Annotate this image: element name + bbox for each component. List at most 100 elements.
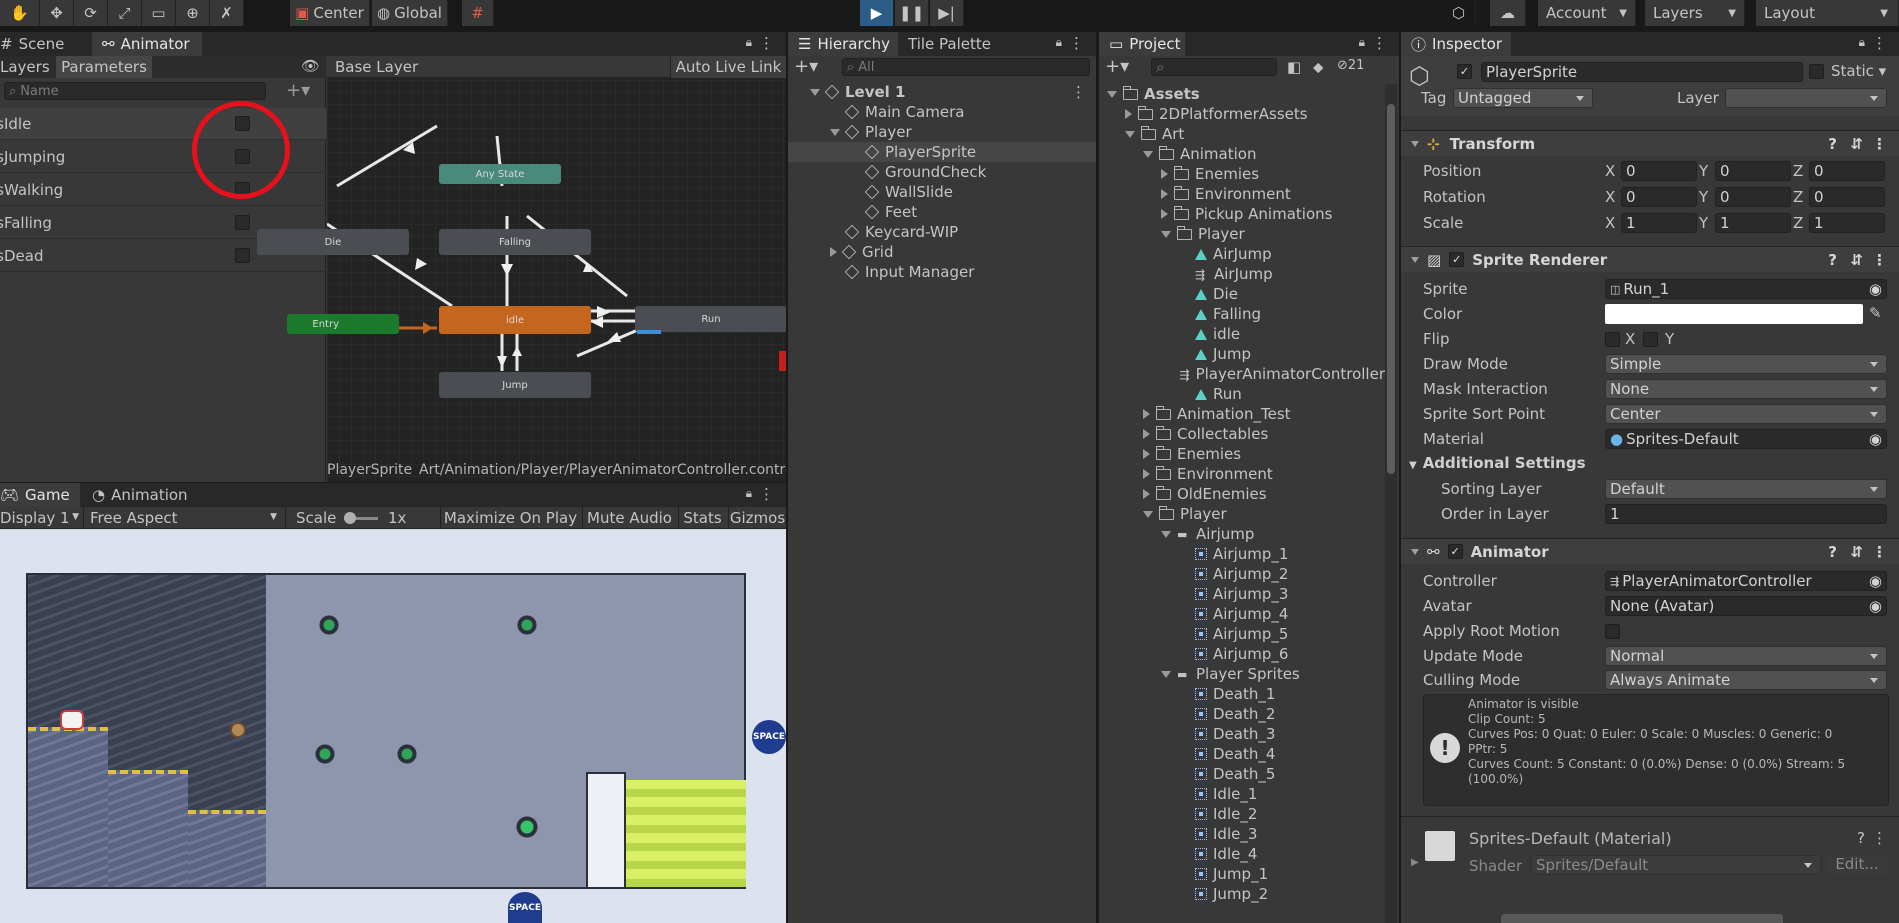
hierarchy-item[interactable]: Keycard-WIP bbox=[788, 222, 1096, 242]
tab-hierarchy[interactable]: ☰ Hierarchy bbox=[788, 32, 898, 56]
tab-animator[interactable]: ⚯ Animator bbox=[92, 32, 202, 56]
project-item[interactable]: ⇶ AirJump bbox=[1099, 264, 1385, 284]
project-item[interactable]: Idle_4 bbox=[1099, 844, 1385, 864]
component-menu-icon[interactable]: ⋮ bbox=[1872, 543, 1887, 561]
project-item[interactable]: Death_5 bbox=[1099, 764, 1385, 784]
project-item[interactable]: ⇶ PlayerAnimatorController bbox=[1099, 364, 1386, 384]
project-item[interactable]: Death_3 bbox=[1099, 724, 1385, 744]
more-menu-icon[interactable]: ⋮ bbox=[1069, 34, 1084, 52]
state-any-state[interactable]: Any State bbox=[439, 164, 561, 184]
tab-tile-palette[interactable]: Tile Palette bbox=[898, 32, 1001, 56]
hierarchy-item[interactable]: PlayerSprite bbox=[788, 142, 1096, 162]
controller-field[interactable]: ⇶ PlayerAnimatorController ◉ bbox=[1605, 571, 1887, 591]
more-menu-icon[interactable]: ⋮ bbox=[759, 34, 774, 52]
collapse-arrow-icon[interactable] bbox=[830, 247, 837, 257]
project-item[interactable]: Airjump_3 bbox=[1099, 584, 1385, 604]
project-item[interactable]: Death_2 bbox=[1099, 704, 1385, 724]
collapse-arrow-icon[interactable] bbox=[1143, 409, 1150, 419]
project-item[interactable]: Environment bbox=[1099, 464, 1385, 484]
project-item[interactable]: Falling bbox=[1099, 304, 1385, 324]
custom-tool-button[interactable]: ✗ bbox=[210, 0, 244, 26]
display-dropdown[interactable]: Display 1 ▼ bbox=[0, 507, 84, 529]
project-item[interactable]: Idle_3 bbox=[1099, 824, 1385, 844]
transform-position-y-input[interactable]: 0 bbox=[1715, 161, 1791, 181]
hierarchy-item[interactable]: Player bbox=[788, 122, 1096, 142]
expand-arrow-icon[interactable] bbox=[1125, 130, 1135, 138]
move-tool-button[interactable]: ✥ bbox=[40, 0, 74, 26]
pivot-center-button[interactable]: ▣ Center bbox=[290, 0, 370, 26]
eye-icon[interactable]: 👁︎ bbox=[301, 57, 320, 75]
avatar-field[interactable]: None (Avatar) ◉ bbox=[1605, 596, 1887, 616]
component-menu-icon[interactable]: ⋮ bbox=[1872, 251, 1887, 269]
cloud-button[interactable]: ☁ bbox=[1490, 0, 1526, 26]
hierarchy-item[interactable]: Level 1 ⋮ bbox=[788, 82, 1096, 102]
add-icon[interactable]: +▾ bbox=[1105, 56, 1129, 77]
transform-scale-z-input[interactable]: 1 bbox=[1809, 213, 1885, 233]
help-icon[interactable]: ? bbox=[1828, 543, 1837, 561]
account-dropdown[interactable]: Account ▼ bbox=[1538, 0, 1636, 26]
state-falling[interactable]: Falling bbox=[439, 229, 591, 255]
transform-scale-x-input[interactable]: 1 bbox=[1621, 213, 1697, 233]
project-item[interactable]: OldEnemies bbox=[1099, 484, 1385, 504]
help-icon[interactable]: ? bbox=[1828, 251, 1837, 269]
project-item[interactable]: Airjump_5 bbox=[1099, 624, 1385, 644]
maximize-on-play-button[interactable]: Maximize On Play bbox=[440, 507, 580, 529]
collab-button[interactable]: ⬡ bbox=[1442, 0, 1476, 26]
transform-header[interactable]: ⊹ Transform? ⇵ ⋮ bbox=[1401, 130, 1899, 156]
sprite-sort-point-dropdown[interactable]: Center bbox=[1605, 404, 1887, 424]
edit-shader-button[interactable]: Edit... bbox=[1827, 855, 1887, 875]
project-item[interactable]: ▬ Player Sprites bbox=[1099, 664, 1385, 684]
hierarchy-search-input[interactable]: ⌕ All bbox=[842, 58, 1090, 76]
eyedropper-icon[interactable]: ✎ bbox=[1869, 304, 1882, 322]
project-item[interactable]: Player bbox=[1099, 224, 1385, 244]
state-die[interactable]: Die bbox=[257, 229, 409, 255]
expand-arrow-icon[interactable] bbox=[810, 88, 820, 96]
project-scrollbar[interactable] bbox=[1385, 84, 1397, 923]
component-menu-icon[interactable]: ⋮ bbox=[1872, 135, 1887, 153]
component-menu-icon[interactable]: ⋮ bbox=[1872, 829, 1887, 847]
project-item[interactable]: ▬ Airjump bbox=[1099, 524, 1385, 544]
tab-scene[interactable]: # Scene bbox=[0, 32, 74, 56]
project-item[interactable]: 2DPlatformerAssets bbox=[1099, 104, 1385, 124]
material-field[interactable]: ● Sprites-Default ◉ bbox=[1605, 429, 1887, 449]
preset-icon[interactable]: ⇵ bbox=[1850, 251, 1863, 269]
project-item[interactable]: Airjump_4 bbox=[1099, 604, 1385, 624]
static-checkbox[interactable] bbox=[1809, 64, 1824, 79]
foldout-icon[interactable]: ▶ bbox=[1411, 857, 1419, 868]
expand-arrow-icon[interactable] bbox=[1143, 510, 1153, 518]
lock-icon[interactable]: 🔒︎ bbox=[1056, 35, 1062, 50]
project-item[interactable]: Jump_2 bbox=[1099, 884, 1385, 904]
project-item[interactable]: Animation_Test bbox=[1099, 404, 1385, 424]
additional-settings-foldout[interactable]: ▼ Additional Settings bbox=[1409, 454, 1586, 472]
project-item[interactable]: Run bbox=[1099, 384, 1385, 404]
project-item[interactable]: Assets bbox=[1099, 84, 1385, 104]
play-button[interactable]: ▶ bbox=[860, 0, 894, 26]
transform-rotation-z-input[interactable]: 0 bbox=[1809, 187, 1885, 207]
culling-mode-dropdown[interactable]: Always Animate bbox=[1605, 670, 1887, 690]
tab-animation[interactable]: ◔ Animation bbox=[82, 483, 198, 507]
project-item[interactable]: Idle_1 bbox=[1099, 784, 1385, 804]
hierarchy-item[interactable]: Main Camera bbox=[788, 102, 1096, 122]
expand-arrow-icon[interactable] bbox=[1143, 150, 1153, 158]
hierarchy-item[interactable]: Grid bbox=[788, 242, 1096, 262]
project-item[interactable]: Idle_2 bbox=[1099, 804, 1385, 824]
pause-button[interactable]: ❚❚ bbox=[895, 0, 929, 26]
state-idle[interactable]: idle bbox=[439, 306, 591, 334]
project-item[interactable]: Airjump_1 bbox=[1099, 544, 1385, 564]
preset-icon[interactable]: ⇵ bbox=[1850, 135, 1863, 153]
update-mode-dropdown[interactable]: Normal bbox=[1605, 646, 1887, 666]
object-picker-icon[interactable]: ◉ bbox=[1869, 280, 1882, 298]
expand-arrow-icon[interactable] bbox=[1161, 670, 1171, 678]
collapse-arrow-icon[interactable] bbox=[1143, 469, 1150, 479]
flip-y-checkbox[interactable] bbox=[1643, 332, 1658, 347]
add-icon[interactable]: +▾ bbox=[794, 56, 818, 77]
state-entry[interactable]: Entry bbox=[287, 314, 399, 334]
rotate-tool-button[interactable]: ⟳ bbox=[74, 0, 108, 26]
tag-dropdown[interactable]: Untagged bbox=[1453, 88, 1593, 108]
sprite-renderer-enabled-checkbox[interactable]: ✓ bbox=[1449, 252, 1465, 267]
add-component-button[interactable] bbox=[1501, 914, 1783, 923]
step-button[interactable]: ▶| bbox=[930, 0, 964, 26]
mask-interaction-dropdown[interactable]: None bbox=[1605, 379, 1887, 399]
state-jump[interactable]: Jump bbox=[439, 372, 591, 398]
project-item[interactable]: Art bbox=[1099, 124, 1385, 144]
